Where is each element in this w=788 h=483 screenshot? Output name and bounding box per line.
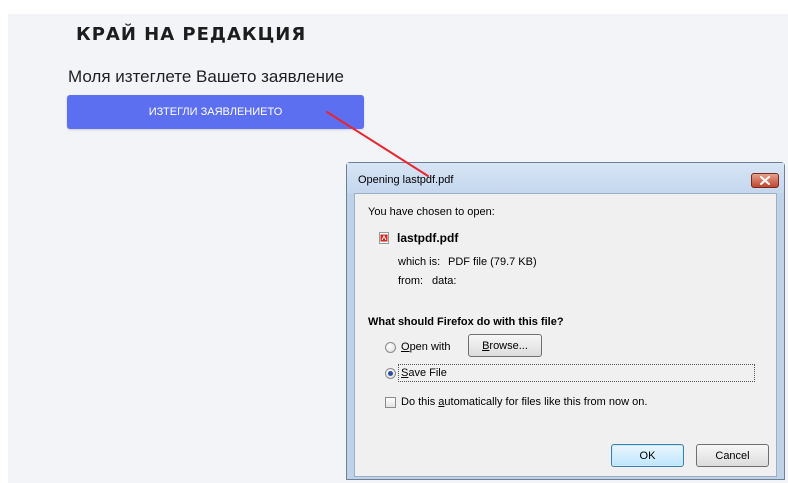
which-is-label: which is:	[398, 256, 441, 268]
ok-button[interactable]: OK	[611, 444, 684, 467]
save-file-radio[interactable]	[385, 368, 396, 379]
save-file-text: ave File	[408, 367, 447, 379]
close-button[interactable]	[751, 173, 779, 188]
open-with-text: pen with	[409, 341, 451, 353]
from-label: from:	[398, 275, 424, 287]
open-with-radio[interactable]	[385, 342, 396, 353]
save-file-label[interactable]: Save File	[401, 367, 447, 379]
chosen-to-open-label: You have chosen to open:	[368, 206, 495, 218]
save-file-focus-outline	[398, 364, 755, 382]
auto-action-text-before: Do this	[401, 396, 439, 408]
cancel-button[interactable]: Cancel	[696, 444, 769, 467]
browse-text: rowse...	[489, 339, 528, 352]
browse-mnemonic: B	[482, 339, 490, 352]
open-with-label[interactable]: Open with	[401, 341, 451, 353]
close-x-icon	[760, 176, 770, 185]
file-type-value: PDF file (79.7 KB)	[448, 256, 537, 268]
open-with-mnemonic: O	[401, 341, 410, 353]
auto-action-checkbox[interactable]	[385, 397, 396, 408]
auto-action-label[interactable]: Do this automatically for files like thi…	[401, 396, 647, 408]
action-question: What should Firefox do with this file?	[368, 316, 564, 328]
file-open-dialog: Opening lastpdf.pdf You have chosen to o…	[346, 162, 785, 480]
file-name: lastpdf.pdf	[397, 231, 459, 245]
auto-action-text-after: utomatically for files like this from no…	[444, 396, 648, 408]
dialog-titlebar[interactable]: Opening lastpdf.pdf	[347, 163, 784, 193]
pdf-file-icon	[379, 232, 389, 244]
dialog-title: Opening lastpdf.pdf	[358, 174, 454, 186]
download-application-button[interactable]: ИЗТЕГЛИ ЗАЯВЛЕНИЕТО	[67, 95, 364, 129]
dialog-body: You have chosen to open: lastpdf.pdf whi…	[354, 193, 777, 477]
download-prompt: Моля изтеглете Вашето заявление	[68, 67, 344, 86]
from-value: data:	[432, 275, 457, 287]
browse-button[interactable]: Browse...	[468, 334, 542, 357]
page-title: КРАЙ НА РЕДАКЦИЯ	[76, 24, 307, 45]
